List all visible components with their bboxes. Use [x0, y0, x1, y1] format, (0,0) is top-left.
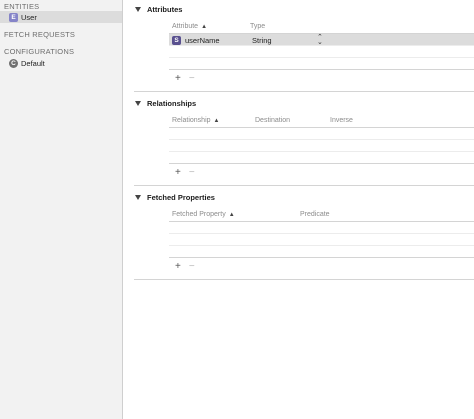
- disclosure-triangle-icon[interactable]: [135, 101, 141, 106]
- entity-editor: Attributes Attribute ▲ Type S userName S…: [123, 0, 474, 419]
- relationships-section-header[interactable]: Relationships: [135, 99, 196, 108]
- sort-ascending-icon: ▲: [201, 23, 208, 30]
- remove-fetched-property-button[interactable]: −: [189, 261, 195, 272]
- attribute-type: String: [252, 36, 272, 45]
- column-header-label: Predicate: [300, 211, 330, 218]
- sort-ascending-icon: ▲: [228, 211, 235, 218]
- attribute-name: userName: [185, 36, 220, 45]
- popup-stepper-icon[interactable]: ⌃ ⌄: [317, 34, 323, 46]
- table-row: [169, 128, 474, 140]
- column-header-label: Attribute: [172, 23, 199, 30]
- attribute-name-cell[interactable]: S userName: [172, 36, 220, 45]
- column-header-predicate[interactable]: Predicate: [300, 211, 330, 218]
- section-divider: [134, 91, 474, 92]
- relationships-title: Relationships: [147, 99, 197, 108]
- fetched-properties-table-header: Fetched Property ▲ Predicate: [169, 208, 474, 222]
- table-row: [169, 234, 474, 246]
- column-header-relationship[interactable]: Relationship ▲: [172, 117, 219, 124]
- add-fetched-property-button[interactable]: +: [175, 261, 181, 272]
- remove-relationship-button[interactable]: −: [189, 167, 195, 178]
- sidebar-item-default-configuration[interactable]: C Default: [0, 57, 122, 69]
- table-row: [169, 140, 474, 152]
- entity-icon: E: [9, 12, 18, 22]
- entities-header: ENTITIES: [4, 2, 40, 11]
- sidebar-item-user-entity[interactable]: E User: [0, 11, 122, 23]
- sidebar: ENTITIES E User FETCH REQUESTS CONFIGURA…: [0, 0, 123, 419]
- add-attribute-button[interactable]: +: [175, 73, 181, 84]
- column-header-label: Destination: [255, 117, 291, 124]
- attributes-table-header: Attribute ▲ Type: [169, 20, 474, 34]
- attributes-table: Attribute ▲ Type S userName String ⌃ ⌄: [169, 20, 474, 70]
- section-divider: [134, 185, 474, 186]
- section-divider: [134, 279, 474, 280]
- column-header-fetched-property[interactable]: Fetched Property ▲: [172, 211, 235, 218]
- column-header-attribute[interactable]: Attribute ▲: [172, 23, 207, 30]
- table-row[interactable]: S userName String ⌃ ⌄: [169, 34, 474, 46]
- column-header-label: Relationship: [172, 117, 211, 124]
- sidebar-item-label: Default: [21, 58, 45, 68]
- table-row: [169, 46, 474, 58]
- fetched-properties-title: Fetched Properties: [147, 193, 215, 202]
- attributes-controls: + −: [175, 73, 195, 84]
- configuration-icon: C: [9, 58, 18, 68]
- attributes-title: Attributes: [147, 5, 183, 14]
- fetched-properties-controls: + −: [175, 261, 195, 272]
- string-attribute-icon: S: [172, 36, 181, 45]
- add-relationship-button[interactable]: +: [175, 167, 181, 178]
- column-header-type[interactable]: Type: [250, 23, 265, 30]
- configurations-header: CONFIGURATIONS: [4, 47, 75, 56]
- remove-attribute-button[interactable]: −: [189, 73, 195, 84]
- disclosure-triangle-icon[interactable]: [135, 195, 141, 200]
- fetched-properties-table: Fetched Property ▲ Predicate: [169, 208, 474, 258]
- table-row: [169, 246, 474, 258]
- sidebar-item-label: User: [21, 12, 37, 22]
- table-row: [169, 58, 474, 70]
- relationships-table: Relationship ▲ Destination Inverse: [169, 114, 474, 164]
- column-header-destination[interactable]: Destination: [255, 117, 290, 124]
- attribute-type-cell[interactable]: String: [252, 36, 272, 45]
- attributes-section-header[interactable]: Attributes: [135, 5, 182, 14]
- sort-ascending-icon: ▲: [213, 117, 220, 124]
- fetched-properties-section-header[interactable]: Fetched Properties: [135, 193, 215, 202]
- table-row: [169, 152, 474, 164]
- column-header-inverse[interactable]: Inverse: [330, 117, 353, 124]
- column-header-label: Type: [250, 23, 266, 30]
- column-header-label: Fetched Property: [172, 211, 226, 218]
- fetch-requests-header: FETCH REQUESTS: [4, 30, 76, 39]
- column-header-label: Inverse: [330, 117, 353, 124]
- relationships-controls: + −: [175, 167, 195, 178]
- relationships-table-header: Relationship ▲ Destination Inverse: [169, 114, 474, 128]
- table-row: [169, 222, 474, 234]
- disclosure-triangle-icon[interactable]: [135, 7, 141, 12]
